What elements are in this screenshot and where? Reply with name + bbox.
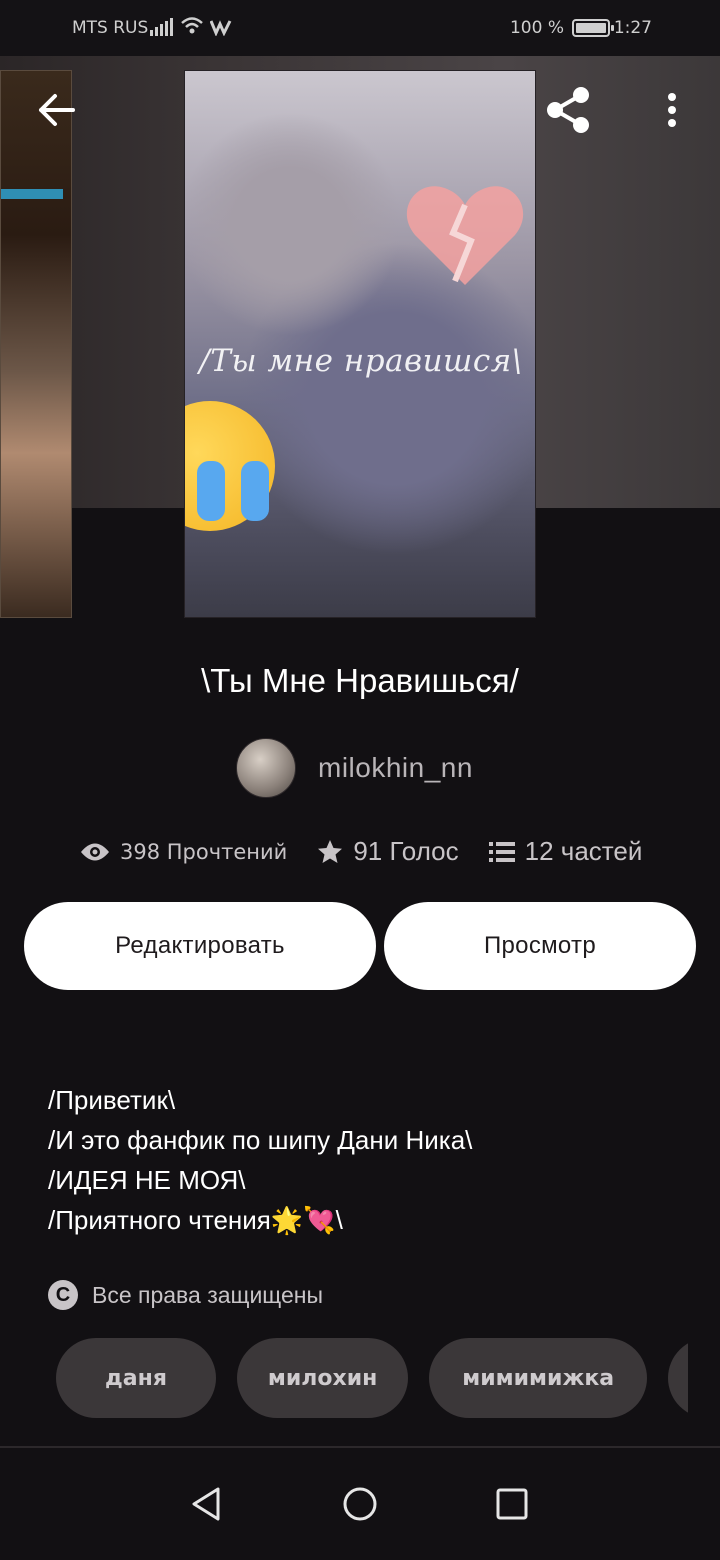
tag-chip[interactable]: милохин <box>237 1338 409 1418</box>
parts-stat: 12 частей <box>488 836 643 867</box>
wifi-icon <box>181 17 203 34</box>
crying-emoji-icon <box>185 401 275 531</box>
edit-button[interactable]: Редактировать <box>24 902 376 990</box>
square-recents-icon <box>496 1488 528 1520</box>
reads-stat: 398 Прочтений <box>80 840 287 864</box>
description-line: /Приветик\ <box>48 1085 176 1115</box>
story-stats: 398 Прочтений 91 Голос 12 частей <box>80 836 672 867</box>
signal-icon <box>150 16 232 36</box>
nav-recents-button[interactable] <box>484 1476 540 1532</box>
share-button[interactable] <box>540 82 596 138</box>
battery-icon <box>572 19 614 37</box>
author-name[interactable]: milokhin_nn <box>318 752 473 784</box>
copyright-text: Все права защищены <box>92 1281 323 1308</box>
reads-count: 398 Прочтений <box>120 839 288 864</box>
description-line: /Приятного чтения🌟💘\ <box>48 1205 343 1235</box>
story-description: /Приветик\ /И это фанфик по шипу Дани Ни… <box>48 1080 472 1240</box>
app-notification-icon <box>210 20 232 36</box>
description-line: /И это фанфик по шипу Дани Ника\ <box>48 1125 473 1155</box>
tag-chip[interactable]: даня <box>56 1338 216 1418</box>
parts-count: 12 частей <box>524 836 643 866</box>
share-icon <box>547 87 589 133</box>
more-vertical-icon <box>668 93 676 127</box>
status-bar: MTS RUS 100 % 1:27 <box>0 0 720 56</box>
arrow-left-icon <box>39 94 75 126</box>
cover-overlay-text: /Ты мне нравишся\ <box>199 343 523 379</box>
copyright-row: C Все права защищены <box>48 1280 323 1310</box>
copyright-icon: C <box>48 1280 78 1310</box>
broken-heart-icon <box>406 186 524 285</box>
back-button[interactable] <box>28 82 84 138</box>
preview-button[interactable]: Просмотр <box>384 902 696 990</box>
system-nav-bar <box>0 1448 720 1560</box>
description-line: /ИДЕЯ НЕ МОЯ\ <box>48 1165 246 1195</box>
previous-story-cover[interactable] <box>0 70 72 618</box>
tag-list: даня милохин мимимижка <box>56 1338 688 1418</box>
triangle-back-icon <box>192 1487 220 1521</box>
more-menu-button[interactable] <box>644 82 700 138</box>
battery-group: 100 % <box>509 18 614 38</box>
battery-percent: 100 % <box>509 18 564 38</box>
carrier-label: MTS RUS <box>72 18 149 38</box>
tag-chip[interactable]: мимимижка <box>429 1338 648 1418</box>
votes-count: 91 Голос <box>353 836 459 866</box>
nav-back-button[interactable] <box>178 1476 234 1532</box>
nav-home-button[interactable] <box>332 1476 388 1532</box>
tag-chip-partial[interactable] <box>668 1338 688 1418</box>
author-avatar[interactable] <box>236 738 296 798</box>
star-icon <box>318 839 343 863</box>
list-icon <box>488 841 515 862</box>
author-link[interactable]: milokhin_nn <box>236 738 473 798</box>
eye-icon <box>81 843 109 860</box>
votes-stat: 91 Голос <box>317 836 459 867</box>
story-title: \Ты Мне Нравишься/ <box>201 662 519 699</box>
circle-home-icon <box>343 1487 377 1521</box>
story-cover: /Ты мне нравишся\ <box>184 70 536 618</box>
clock: 1:27 <box>613 18 652 38</box>
